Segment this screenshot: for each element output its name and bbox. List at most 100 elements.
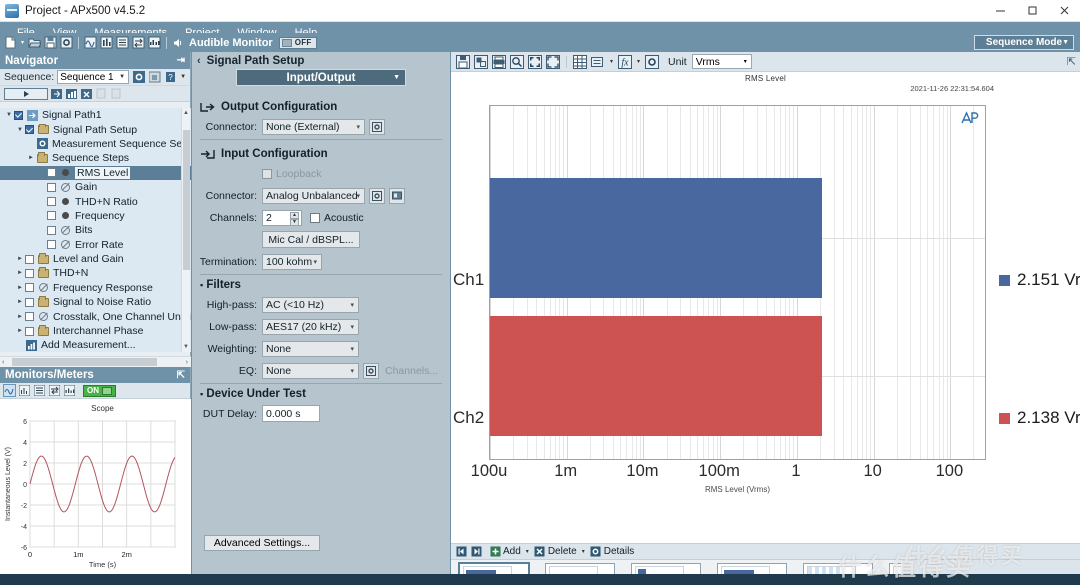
bar-ch1[interactable] — [490, 178, 823, 298]
tree-node[interactable]: Measurement Sequence Settings.. — [0, 136, 191, 152]
tree-node[interactable]: ► Frequency Response — [0, 280, 191, 296]
tree-checkbox[interactable] — [47, 168, 56, 178]
scroll-right-icon[interactable]: › — [186, 359, 188, 366]
chevron-right-icon[interactable]: ► — [15, 314, 25, 320]
dut-delay-input[interactable]: 0.000 s — [262, 405, 320, 422]
zoom-icon[interactable] — [509, 54, 525, 70]
levels-icon[interactable] — [48, 384, 61, 397]
sequence-select[interactable]: Sequence 1 ▼ — [57, 70, 130, 84]
signal-icon[interactable] — [63, 384, 76, 397]
chevron-down-icon[interactable]: ▾ — [608, 58, 615, 65]
settings-gear-icon[interactable] — [59, 35, 74, 50]
add-signal-path-icon[interactable] — [50, 87, 63, 100]
chevron-down-icon[interactable]: ▼ — [15, 127, 25, 133]
open-folder-icon[interactable] — [27, 35, 42, 50]
minimize-icon[interactable] — [984, 0, 1016, 22]
paste-icon[interactable] — [110, 87, 123, 100]
unit-select[interactable]: Vrms ▾ — [691, 54, 752, 69]
loopback-checkbox[interactable] — [262, 168, 272, 179]
measurement-popout-icon[interactable]: ⇱ — [1067, 55, 1076, 68]
chevron-down-icon[interactable]: ▼ — [4, 112, 14, 118]
scroll-thumb[interactable] — [183, 130, 190, 270]
fft-icon[interactable] — [18, 384, 31, 397]
tree-node[interactable]: Bits — [0, 223, 191, 238]
tree-node[interactable]: ► Level and Gain — [0, 251, 191, 267]
eq-select[interactable]: None ▾ — [262, 362, 359, 379]
tree-checkbox[interactable] — [47, 225, 56, 235]
dropdown-caret-icon[interactable]: ▾ — [19, 35, 26, 50]
tree-checkbox[interactable] — [25, 297, 34, 307]
channels-input[interactable]: 2 ▲ ▼ — [262, 209, 302, 226]
scroll-down-icon[interactable]: ▼ — [183, 344, 189, 350]
chevron-down-icon-2[interactable]: ▼ — [180, 74, 186, 80]
waveform-icon[interactable] — [83, 35, 98, 50]
highpass-select[interactable]: AC (<10 Hz) ▾ — [262, 296, 359, 313]
sequence-lock-icon[interactable] — [148, 71, 161, 84]
popout-icon[interactable]: ⇱ — [177, 370, 185, 381]
output-connector-select[interactable]: None (External) ▾ — [262, 118, 365, 135]
tree-checkbox[interactable] — [14, 110, 23, 120]
table-icon[interactable] — [572, 54, 588, 70]
chevron-down-icon-2[interactable]: ▾ — [635, 58, 642, 65]
termination-select[interactable]: 100 kohm ▾ — [262, 253, 322, 270]
run-sequence-button[interactable] — [4, 87, 48, 100]
save-icon[interactable] — [455, 54, 471, 70]
eq-channels-button[interactable]: Channels... — [385, 365, 438, 377]
print-icon[interactable] — [491, 54, 507, 70]
speaker-icon[interactable] — [171, 35, 184, 50]
chevron-right-icon[interactable]: ► — [15, 285, 25, 291]
tree-checkbox[interactable] — [25, 283, 34, 293]
navigator-vscrollbar[interactable]: ▲ ▼ — [181, 108, 190, 352]
new-document-icon[interactable] — [3, 35, 18, 50]
chevron-right-icon[interactable]: ► — [15, 299, 25, 305]
tree-node[interactable]: ▼ Signal Path1 — [0, 108, 191, 123]
chevron-right-icon[interactable]: ► — [15, 328, 25, 334]
weighting-select[interactable]: None ▾ — [262, 340, 359, 357]
help-icon[interactable]: ? — [164, 71, 177, 84]
lowpass-select[interactable]: AES17 (20 kHz) ▾ — [262, 318, 359, 335]
close-icon[interactable] — [1048, 0, 1080, 22]
delete-dropdown-icon[interactable]: ▾ — [580, 548, 587, 555]
signal-icon[interactable] — [147, 35, 162, 50]
navigator-hscrollbar[interactable]: ‹ › — [0, 356, 191, 367]
tree-node[interactable]: ► Sequence Steps — [0, 151, 191, 166]
delete-measurement-button[interactable]: Delete — [534, 546, 577, 558]
pin-icon[interactable]: ⇥ — [177, 55, 185, 66]
input-monitor-icon[interactable] — [389, 187, 405, 204]
tree-node[interactable]: ► Interchannel Phase — [0, 323, 191, 339]
tree-node[interactable]: THD+N Ratio — [0, 194, 191, 209]
delete-icon[interactable] — [80, 87, 93, 100]
tree-node[interactable]: ► Signal to Noise Ratio — [0, 295, 191, 310]
advanced-settings-button[interactable]: Advanced Settings... — [204, 535, 320, 551]
details-button[interactable]: Details — [590, 546, 634, 558]
last-measurement-icon[interactable] — [470, 546, 482, 558]
output-settings-icon[interactable] — [369, 118, 385, 135]
tree-checkbox[interactable] — [25, 268, 34, 278]
input-settings-icon[interactable] — [369, 187, 385, 204]
add-measurement-button[interactable]: Add — [489, 546, 521, 558]
tree-checkbox[interactable] — [47, 182, 56, 192]
tree-checkbox[interactable] — [25, 254, 34, 264]
plot-region[interactable] — [489, 105, 986, 460]
first-measurement-icon[interactable] — [455, 546, 467, 558]
audible-monitor-toggle[interactable]: OFF — [278, 36, 317, 49]
copy-icon[interactable] — [473, 54, 489, 70]
legend-icon[interactable] — [590, 54, 606, 70]
scope-icon[interactable] — [3, 384, 16, 397]
settings-icon[interactable] — [644, 54, 660, 70]
tree-checkbox[interactable] — [47, 211, 56, 221]
tree-node[interactable]: Error Rate — [0, 237, 191, 252]
scroll-up-icon[interactable]: ▲ — [183, 110, 189, 116]
chevron-right-icon[interactable]: ► — [26, 155, 36, 161]
copy-icon[interactable] — [95, 87, 108, 100]
monitor-power-toggle[interactable]: ON — [83, 384, 116, 397]
list-icon[interactable] — [115, 35, 130, 50]
fit-icon[interactable] — [527, 54, 543, 70]
bar-ch2[interactable] — [490, 316, 823, 436]
tree-node[interactable]: Gain — [0, 179, 191, 195]
tree-node[interactable]: ► Crosstalk, One Channel Undriven — [0, 309, 191, 324]
tree-checkbox[interactable] — [25, 326, 34, 336]
tree-node[interactable]: Frequency — [0, 208, 191, 224]
tree-checkbox[interactable] — [25, 125, 34, 135]
save-icon[interactable] — [43, 35, 58, 50]
